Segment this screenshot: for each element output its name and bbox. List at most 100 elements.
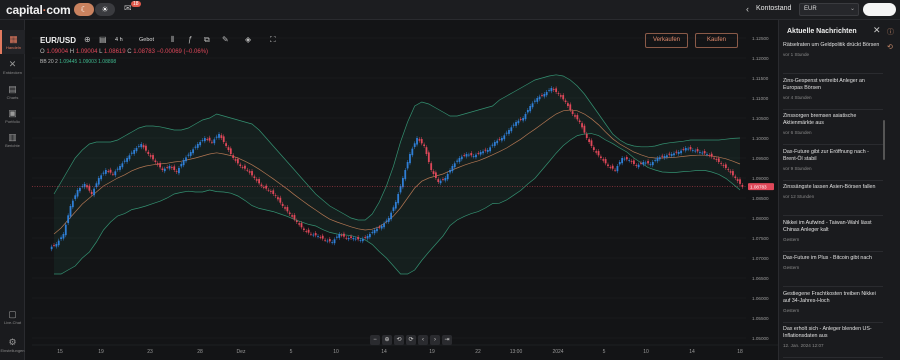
ohlc-readout: O 1.09004 H 1.09004 L 1.08619 C 1.08783 …	[40, 49, 209, 55]
price-tick-label: 1.11500	[752, 76, 769, 81]
candle-body	[213, 139, 216, 144]
candle-body	[696, 149, 699, 152]
candle-body	[364, 237, 367, 238]
info-icon[interactable]: ⓘ	[887, 27, 894, 37]
candle-body	[548, 90, 550, 91]
price-type-select[interactable]: Gebot	[139, 37, 154, 43]
news-item[interactable]: Gestiegene Frachtkosten treiben Nikkei a…	[783, 291, 883, 313]
candle-body	[175, 171, 178, 172]
candle-body	[442, 179, 444, 180]
notifications-button[interactable]: ✉ 18	[124, 1, 141, 14]
templates-icon[interactable]: ⧉	[204, 35, 210, 45]
candle-body	[371, 232, 374, 233]
sidebar-item-portfolio[interactable]: ▣ Portfolio	[0, 104, 25, 128]
sidebar-item-reports[interactable]: ▥ Berichte	[0, 128, 25, 152]
candle-body	[161, 168, 164, 170]
news-item[interactable]: Rätselraten um Geldpolitik drückt Börsen…	[783, 42, 883, 57]
candle-body	[260, 184, 263, 186]
candle-body	[168, 166, 171, 169]
add-symbol-icon[interactable]: ⊕	[84, 35, 91, 44]
news-item[interactable]: Dax erholt sich - Anleger blenden US-Inf…	[783, 326, 883, 348]
candle-body	[274, 195, 277, 196]
chevron-left-icon[interactable]: ‹	[746, 4, 749, 14]
capital-logo[interactable]: capital·com	[6, 3, 71, 17]
candle-body	[182, 160, 185, 166]
zoom-out-icon[interactable]: −	[370, 335, 380, 345]
candle-body	[116, 168, 119, 170]
news-item[interactable]: Zinssorgen bremsen asiatische Aktienmärk…	[783, 113, 883, 135]
candle-body	[609, 167, 612, 168]
news-item[interactable]: Dax-Future im Plus - Bitcoin gibt nach Ge…	[783, 255, 883, 270]
candle-type-icon[interactable]: ⫴	[171, 35, 174, 45]
history-icon[interactable]: ⟲	[887, 43, 893, 51]
candle-body	[729, 171, 732, 173]
dark-mode-toggle[interactable]: ☾	[74, 3, 94, 16]
price-tick-label: 1.08000	[752, 216, 769, 221]
close-icon[interactable]: ✕	[873, 25, 881, 36]
account-balance-label[interactable]: Kontostand	[756, 5, 791, 12]
price-tick-label: 1.13000	[752, 20, 769, 21]
layers-icon[interactable]: ◈	[245, 35, 251, 44]
candle-body	[55, 244, 58, 247]
candle-body	[592, 147, 595, 150]
candle-body	[470, 153, 473, 156]
news-time: vor 12 Stunden	[783, 194, 815, 199]
candle-body	[496, 140, 499, 144]
news-item[interactable]: Zins-Gespenst vertreibt Anleger an Europ…	[783, 78, 883, 100]
compare-icon[interactable]: ▤	[99, 35, 107, 44]
buy-button[interactable]: Kaufen	[695, 33, 738, 48]
candle-body	[680, 150, 682, 154]
candle-body	[625, 157, 628, 160]
candle-body	[732, 171, 734, 176]
candle-body	[163, 168, 166, 172]
candle-body	[76, 190, 79, 197]
candle-body	[406, 162, 409, 169]
candle-body	[60, 237, 62, 240]
candle-body	[512, 124, 515, 126]
candle-body	[57, 240, 60, 246]
light-mode-toggle[interactable]: ☀	[95, 3, 115, 16]
candle-body	[736, 179, 739, 181]
reset-icon[interactable]: ⟲	[394, 335, 404, 345]
scroll-right-icon[interactable]: ›	[430, 335, 440, 345]
indicators-icon[interactable]: ƒ	[188, 35, 192, 44]
news-title: Nikkei im Aufwind - Taiwan-Wahl lässt Ch…	[783, 219, 872, 233]
news-scrollbar[interactable]	[883, 120, 885, 160]
candle-body	[449, 170, 451, 173]
candle-body	[489, 147, 492, 152]
zoom-in-icon[interactable]: ⊕	[382, 335, 392, 345]
sidebar-item-charts[interactable]: ▤ Charts	[0, 80, 25, 104]
draw-pencil-icon[interactable]: ✎	[222, 35, 229, 44]
candle-body	[647, 161, 649, 164]
sell-button[interactable]: Verkaufen	[645, 33, 688, 48]
candle-body	[404, 170, 407, 180]
candle-body	[201, 140, 204, 141]
time-tick-label: 14	[689, 349, 695, 355]
account-avatar[interactable]	[863, 3, 896, 16]
candle-body	[126, 158, 128, 162]
currency-select[interactable]: EUR ⌄	[799, 3, 859, 16]
redo-icon[interactable]: ⟳	[406, 335, 416, 345]
candle-body	[288, 212, 291, 214]
candle-body	[684, 148, 687, 151]
bollinger-band-fill	[54, 74, 740, 274]
news-item[interactable]: Zinssängste lassen Asien-Börsen fallen vo…	[783, 184, 883, 199]
sidebar-item-settings[interactable]: ⚙ Einstellungen	[0, 333, 25, 357]
candle-body	[604, 159, 607, 164]
sidebar-item-chat[interactable]: ▢ Live-Chat	[0, 305, 25, 329]
symbol-label[interactable]: EUR/USD	[40, 36, 76, 45]
candle-body	[317, 236, 319, 237]
sidebar-item-chart[interactable]: ▦ Handeln	[0, 30, 25, 54]
news-item[interactable]: Dax-Future gibt zur Eröffnung nach - Bre…	[783, 149, 883, 171]
candle-body	[600, 156, 602, 158]
timeframe-select[interactable]: 4 h	[115, 37, 123, 43]
news-title: Gestiegene Frachtkosten treiben Nikkei a…	[783, 290, 876, 304]
fullscreen-icon[interactable]: ⛶	[270, 35, 276, 45]
go-to-end-icon[interactable]: ⇥	[442, 335, 452, 345]
candle-body	[383, 223, 385, 228]
sidebar-item-discover[interactable]: ✕ Entdecken	[0, 55, 25, 79]
candle-body	[310, 233, 312, 235]
scroll-left-icon[interactable]: ‹	[418, 335, 428, 345]
news-item[interactable]: Nikkei im Aufwind - Taiwan-Wahl lässt Ch…	[783, 220, 883, 242]
price-chart[interactable]: 1.13000 1.12500 1.12000 1.11500 1.11000 1.105…	[26, 20, 778, 360]
